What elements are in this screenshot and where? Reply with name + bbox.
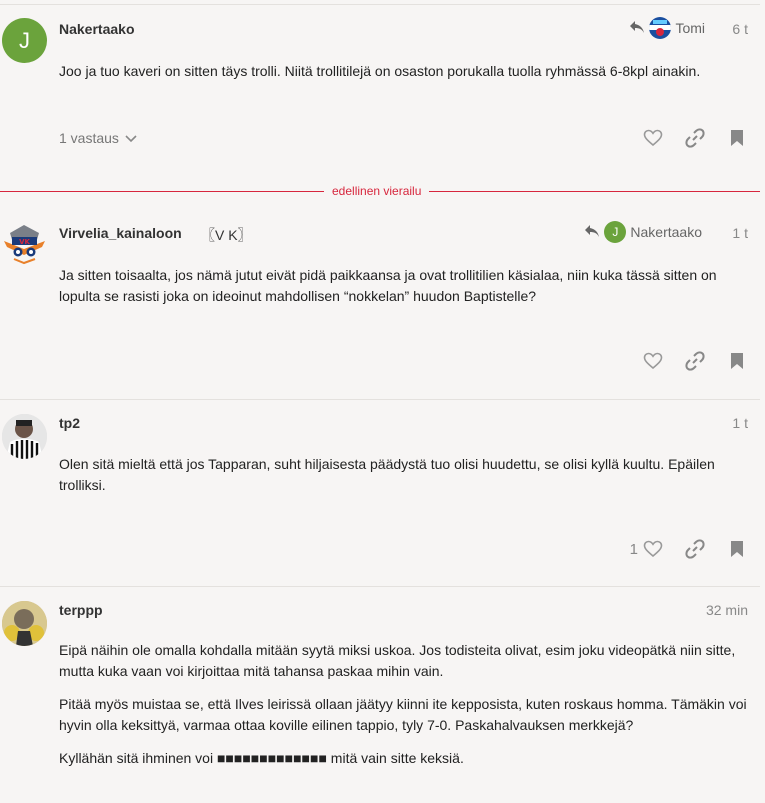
- post-actions: [642, 127, 748, 149]
- replies-label: 1 vastaus: [59, 130, 119, 146]
- bookmark-icon[interactable]: [726, 350, 748, 372]
- post-paragraph: Pitää myös muistaa se, että Ilves leiris…: [59, 696, 747, 733]
- last-visit-label: edellinen vierailu: [324, 184, 430, 198]
- post-actions: [642, 350, 748, 372]
- username[interactable]: Virvelia_kainaloon: [59, 225, 182, 241]
- like-count[interactable]: 1: [630, 541, 638, 558]
- like-icon[interactable]: [642, 127, 664, 149]
- link-icon[interactable]: [684, 127, 706, 149]
- link-icon[interactable]: [684, 538, 706, 560]
- avatar[interactable]: [2, 414, 47, 459]
- post-actions: 1: [630, 538, 748, 560]
- reply-avatar: [649, 17, 672, 39]
- post-separator: [0, 399, 760, 400]
- post-paragraph: Olen sitä mieltä että jos Tapparan, suht…: [59, 456, 715, 493]
- avatar[interactable]: J: [2, 18, 47, 63]
- bookmark-icon[interactable]: [726, 127, 748, 149]
- avatar[interactable]: VK: [2, 221, 47, 266]
- replies-button[interactable]: 1 vastaus: [59, 130, 137, 146]
- post-separator: [0, 586, 760, 587]
- post-paragraph: Ja sitten toisaalta, jos nämä jutut eivä…: [59, 267, 717, 304]
- post-time[interactable]: 6 t: [732, 21, 748, 37]
- post-paragraph: Kyllähän sitä ihminen voi ■■■■■■■■■■■■■ …: [59, 750, 464, 766]
- chevron-down-icon: [125, 130, 137, 146]
- post-paragraph: Eipä näihin ole omalla kohdalla mitään s…: [59, 642, 736, 679]
- username[interactable]: terppp: [59, 602, 103, 618]
- user-flair: 〖V K〗: [201, 227, 252, 243]
- post-body: Ja sitten toisaalta, jos nämä jutut eivä…: [59, 265, 749, 319]
- post-time[interactable]: 32 min: [706, 602, 748, 618]
- username[interactable]: Nakertaako: [59, 21, 135, 37]
- svg-text:VK: VK: [19, 238, 30, 246]
- reply-arrow-icon: [629, 20, 645, 37]
- reply-arrow-icon: [584, 224, 600, 241]
- bookmark-icon[interactable]: [726, 538, 748, 560]
- post-separator: [0, 4, 760, 5]
- link-icon[interactable]: [684, 350, 706, 372]
- post-body: Eipä näihin ole omalla kohdalla mitään s…: [59, 640, 749, 781]
- post-paragraph: Joo ja tuo kaveri on sitten täys trolli.…: [59, 63, 701, 79]
- reply-to-name: Tomi: [675, 20, 705, 36]
- post-time[interactable]: 1 t: [732, 225, 748, 241]
- post-time[interactable]: 1 t: [732, 415, 748, 431]
- reply-to[interactable]: J Nakertaako: [584, 221, 702, 243]
- reply-to[interactable]: Tomi: [629, 17, 705, 39]
- reply-avatar: J: [604, 221, 627, 243]
- username[interactable]: tp2: [59, 415, 80, 431]
- avatar[interactable]: [2, 601, 47, 646]
- like-icon[interactable]: [642, 538, 664, 560]
- reply-to-name: Nakertaako: [630, 224, 702, 240]
- post-body: Joo ja tuo kaveri on sitten täys trolli.…: [59, 61, 749, 94]
- like-icon[interactable]: [642, 350, 664, 372]
- post-body: Olen sitä mieltä että jos Tapparan, suht…: [59, 454, 749, 508]
